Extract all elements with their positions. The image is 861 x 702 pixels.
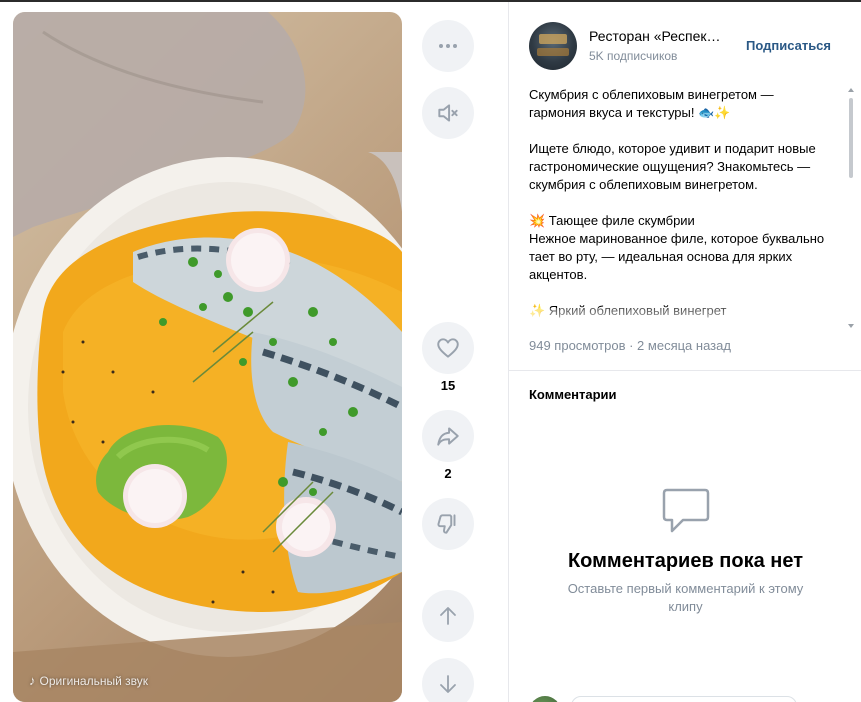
dislike-button[interactable] — [422, 498, 474, 550]
more-horizontal-icon — [439, 44, 457, 48]
comment-input[interactable] — [571, 696, 797, 702]
comment-composer — [509, 692, 861, 702]
divider — [509, 370, 861, 371]
description-paragraph-1: Скумбрия с облепиховым винегретом — гарм… — [529, 87, 774, 120]
heart-icon — [437, 338, 459, 358]
comments-title: Комментарии — [529, 387, 617, 402]
info-panel: Ресторан «Респек… 5K подписчиков Подписа… — [508, 2, 861, 702]
description-paragraph-3: 💥 Тающее филе скумбрии Нежное маринованн… — [529, 213, 825, 282]
share-icon — [437, 427, 459, 446]
next-clip-button[interactable] — [422, 658, 474, 702]
comment-bubble-icon — [662, 488, 710, 533]
share-button[interactable] — [422, 410, 474, 462]
description-scrollbar[interactable] — [849, 98, 853, 178]
scroll-down-arrow[interactable] — [848, 324, 854, 328]
video-frame — [13, 12, 402, 702]
empty-comments-subtitle: Оставьте первый комментарий к этому клип… — [567, 581, 804, 614]
author-name[interactable]: Ресторан «Респек… — [589, 28, 724, 44]
avatar[interactable] — [529, 22, 577, 70]
subscribe-button[interactable]: Подписаться — [746, 38, 831, 53]
scroll-up-arrow[interactable] — [848, 88, 854, 92]
empty-comments-title: Комментариев пока нет — [567, 550, 804, 572]
avatar — [529, 696, 561, 702]
arrow-down-icon — [440, 675, 456, 693]
description-fade — [529, 308, 829, 330]
subscriber-count: 5K подписчиков — [589, 49, 678, 63]
arrow-up-icon — [440, 607, 456, 625]
like-button[interactable] — [422, 322, 474, 374]
volume-muted-icon — [438, 104, 458, 122]
video-player[interactable]: ♪ Оригинальный звук — [13, 12, 402, 702]
mute-button[interactable] — [422, 87, 474, 139]
likes-count: 15 — [440, 378, 456, 393]
dislike-icon — [437, 514, 456, 534]
shares-count: 2 — [444, 466, 452, 481]
previous-clip-button[interactable] — [422, 590, 474, 642]
clip-description: Скумбрия с облепиховым винегретом — гарм… — [529, 86, 829, 330]
clip-viewer: ♪ Оригинальный звук 15 2 Ресторан «Респе… — [0, 2, 861, 702]
more-button[interactable] — [422, 20, 474, 72]
description-paragraph-2: Ищете блюдо, которое удивит и подарит но… — [529, 141, 816, 192]
views-and-date: 949 просмотров · 2 месяца назад — [529, 338, 731, 353]
music-note-icon: ♪ — [29, 673, 36, 688]
action-column: 15 2 — [420, 2, 476, 702]
sound-label-text: Оригинальный звук — [39, 673, 149, 688]
author-block: Ресторан «Респек… 5K подписчиков Подписа… — [529, 22, 849, 72]
original-sound-label[interactable]: ♪ Оригинальный звук — [29, 673, 148, 688]
